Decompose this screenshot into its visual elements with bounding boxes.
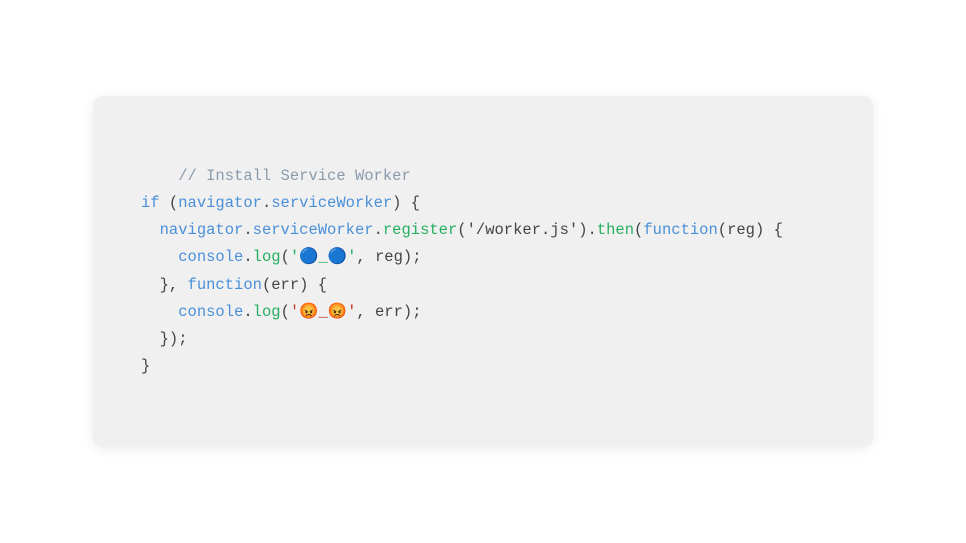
log-method2: log — [253, 303, 281, 321]
serviceWorker-prop: serviceWorker — [271, 194, 392, 212]
serviceWorker-prop2: serviceWorker — [253, 221, 374, 239]
code-card: // Install Service Worker if (navigator.… — [93, 96, 873, 447]
emoji-string1: '🔵_🔵' — [290, 248, 357, 266]
function-kw2: function — [188, 276, 262, 294]
code-block: // Install Service Worker if (navigator.… — [141, 136, 825, 407]
register-method: register — [383, 221, 457, 239]
navigator-obj2: navigator — [160, 221, 244, 239]
then-method: then — [597, 221, 634, 239]
function-kw1: function — [643, 221, 717, 239]
comment-line: // Install Service Worker — [178, 167, 411, 185]
close-then: }); — [160, 330, 188, 348]
console-obj2: console — [178, 303, 243, 321]
close-if: } — [141, 357, 150, 375]
if-keyword: if — [141, 194, 160, 212]
navigator-obj: navigator — [178, 194, 262, 212]
console-obj1: console — [178, 248, 243, 266]
log-method1: log — [253, 248, 281, 266]
emoji-string2: '😡_😡' — [290, 303, 357, 321]
